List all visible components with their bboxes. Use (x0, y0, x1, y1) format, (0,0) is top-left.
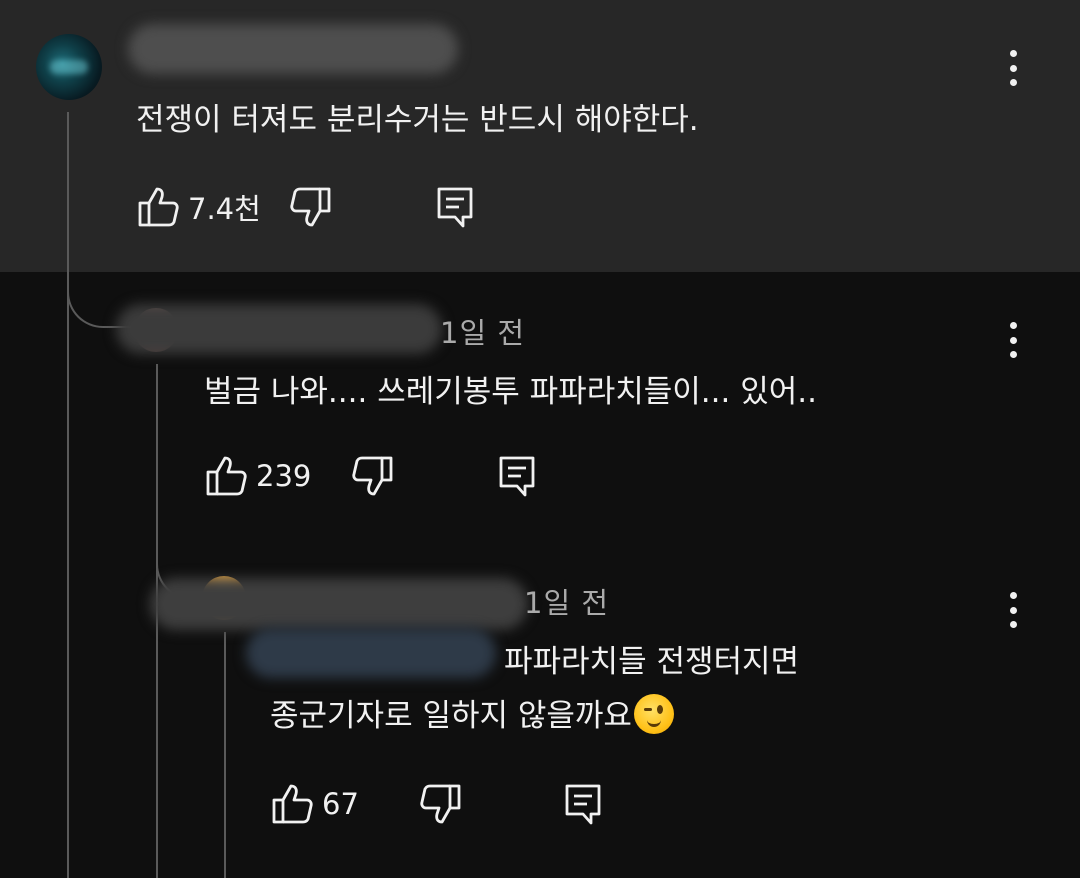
reply-icon[interactable] (433, 185, 477, 229)
like-count: 239 (256, 459, 312, 493)
thumbs-up-icon[interactable] (204, 454, 248, 498)
avatar[interactable] (36, 34, 102, 100)
username-redacted[interactable] (128, 24, 458, 74)
comment-text-line-2-text: 종군기자로 일하지 않을까요 (270, 698, 632, 734)
comment-text: 벌금 나와.... 쓰레기봉투 파파라치들이... 있어.. (204, 374, 817, 410)
like-count: 7.4천 (188, 192, 261, 226)
thumbs-up-icon[interactable] (136, 185, 180, 229)
comment-time: 1일 전 (524, 586, 610, 620)
username-redacted[interactable] (150, 578, 528, 630)
comment-actions: 239 (204, 454, 539, 498)
username-redacted[interactable] (116, 304, 442, 354)
comments-screen: 전쟁이 터져도 분리수거는 반드시 해야한다. 7.4천 1일 전 벌금 나와.… (0, 0, 1080, 878)
comment-actions: 67 (270, 782, 605, 826)
comment-actions: 7.4천 (136, 185, 477, 229)
comment-time: 1일 전 (440, 316, 526, 350)
more-vertical-icon[interactable] (998, 318, 1028, 362)
more-vertical-icon[interactable] (998, 588, 1028, 632)
reply-icon[interactable] (561, 782, 605, 826)
comment-text-line-2: 종군기자로 일하지 않을까요 (270, 690, 674, 735)
thumbs-down-icon[interactable] (419, 782, 463, 826)
comment-text-line-1: 파파라치들 전쟁터지면 (504, 644, 800, 680)
like-count: 67 (322, 787, 359, 821)
thumbs-up-icon[interactable] (270, 782, 314, 826)
wink-emoji-icon (633, 694, 674, 734)
reply-icon[interactable] (495, 454, 539, 498)
thumbs-down-icon[interactable] (289, 185, 333, 229)
comment-text: 전쟁이 터져도 분리수거는 반드시 해야한다. (136, 102, 699, 138)
more-vertical-icon[interactable] (998, 46, 1028, 90)
thread-line-main (67, 112, 69, 878)
thread-line-reply-2 (224, 632, 226, 878)
mention-redacted[interactable] (246, 628, 496, 678)
thumbs-down-icon[interactable] (351, 454, 395, 498)
